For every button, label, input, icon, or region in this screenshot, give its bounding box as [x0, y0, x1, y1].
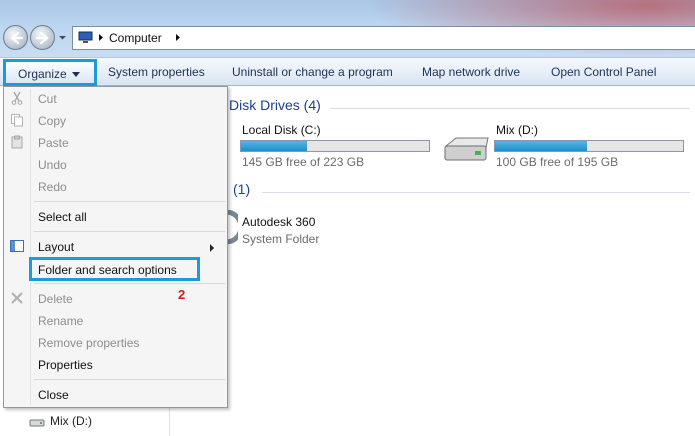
- breadcrumb-arrow-icon[interactable]: [174, 33, 182, 42]
- hard-drive-icon: [444, 137, 489, 161]
- delete-icon: [11, 292, 23, 304]
- open-control-panel-button[interactable]: Open Control Panel: [551, 65, 656, 79]
- group-title-other[interactable]: (1): [233, 181, 250, 197]
- item-name: Autodesk 360: [242, 215, 316, 229]
- cut-icon: [11, 91, 23, 105]
- menu-separator: [34, 201, 225, 202]
- organize-button[interactable]: Organize: [3, 59, 97, 86]
- menu-item-cut[interactable]: Cut: [38, 92, 57, 106]
- recent-pages-chevron-icon[interactable]: [58, 33, 67, 42]
- menu-item-layout[interactable]: Layout: [38, 240, 74, 254]
- organize-menu: Cut Copy Paste Undo Redo Select all Layo…: [3, 86, 228, 408]
- menu-separator: [34, 379, 225, 380]
- menu-separator: [34, 283, 225, 284]
- paste-icon: [11, 135, 23, 149]
- drive-name: Local Disk (C:): [242, 123, 321, 137]
- command-bar: Organize System properties Uninstall or …: [0, 57, 695, 86]
- drive-usage-fill: [495, 141, 588, 151]
- back-icon: [10, 31, 23, 45]
- computer-icon: [78, 31, 93, 43]
- uninstall-program-button[interactable]: Uninstall or change a program: [232, 65, 393, 79]
- item-type: System Folder: [242, 232, 320, 246]
- menu-separator: [34, 231, 225, 232]
- menu-item-properties[interactable]: Properties: [38, 358, 93, 372]
- menu-gutter: [30, 89, 31, 405]
- drive-icon: [29, 419, 45, 427]
- drive-usage-fill: [241, 141, 307, 151]
- submenu-arrow-icon: [210, 244, 214, 252]
- system-properties-button[interactable]: System properties: [108, 65, 205, 79]
- nav-item-mix-drive[interactable]: Mix (D:): [50, 414, 92, 428]
- drive-free-space: 100 GB free of 195 GB: [496, 155, 619, 169]
- menu-item-folder-and-search-options[interactable]: Folder and search options: [38, 263, 177, 277]
- menu-item-close[interactable]: Close: [38, 388, 69, 402]
- group-divider: [330, 108, 690, 109]
- breadcrumb-arrow-icon[interactable]: [97, 33, 105, 42]
- drive-usage-bar: [240, 140, 430, 152]
- group-title-disk-drives[interactable]: Disk Drives (4): [229, 97, 321, 113]
- breadcrumb-computer[interactable]: Computer: [109, 31, 162, 45]
- menu-item-copy[interactable]: Copy: [38, 114, 66, 128]
- organize-label: Organize: [18, 67, 67, 81]
- menu-item-delete[interactable]: Delete: [38, 292, 73, 306]
- address-bar[interactable]: Computer: [72, 26, 695, 50]
- drive-name: Mix (D:): [496, 123, 538, 137]
- content-area: Disk Drives (4) Local Disk (C:) 145 GB f…: [170, 86, 695, 436]
- forward-button[interactable]: [30, 25, 55, 50]
- menu-item-remove-properties[interactable]: Remove properties: [38, 336, 139, 350]
- menu-item-paste[interactable]: Paste: [38, 136, 69, 150]
- drive-free-space: 145 GB free of 223 GB: [242, 155, 365, 169]
- chevron-down-icon: [72, 72, 80, 77]
- map-network-drive-button[interactable]: Map network drive: [422, 65, 520, 79]
- copy-icon: [11, 114, 23, 127]
- annotation-step-2: 2: [178, 287, 186, 302]
- back-button[interactable]: [3, 25, 28, 50]
- layout-icon: [10, 240, 24, 252]
- menu-item-select-all[interactable]: Select all: [38, 210, 87, 224]
- menu-item-undo[interactable]: Undo: [38, 158, 67, 172]
- group-divider: [262, 192, 690, 193]
- drive-usage-bar: [494, 140, 684, 152]
- menu-item-rename[interactable]: Rename: [38, 314, 83, 328]
- forward-icon: [36, 31, 49, 45]
- window-header: Computer: [0, 0, 695, 57]
- menu-item-redo[interactable]: Redo: [38, 180, 67, 194]
